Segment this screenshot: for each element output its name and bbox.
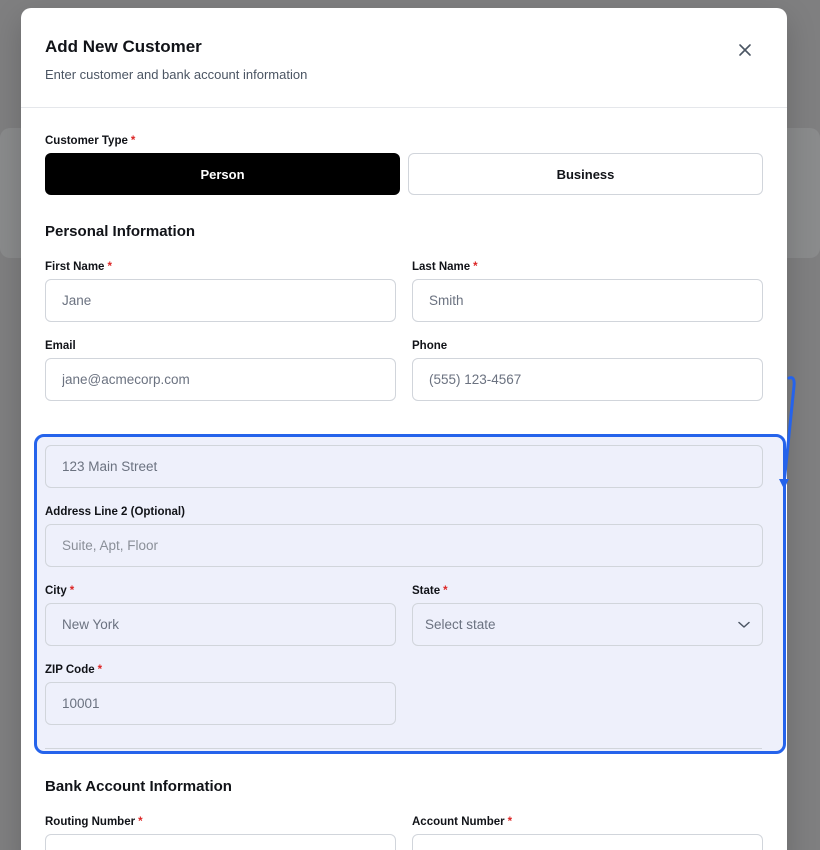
first-name-label: First Name *	[45, 261, 112, 273]
modal-title: Add New Customer	[45, 37, 202, 56]
account-number-input[interactable]	[412, 834, 763, 850]
personal-information-title: Personal Information	[45, 223, 196, 240]
state-select[interactable]: Select state	[412, 603, 763, 646]
city-input[interactable]	[45, 603, 396, 646]
state-select-value: Select state	[425, 617, 496, 632]
bank-account-information-title: Bank Account Information	[45, 778, 232, 795]
divider	[45, 748, 762, 749]
email-input[interactable]	[45, 358, 396, 401]
customer-type-person-button[interactable]: Person	[45, 153, 400, 195]
address-line-1-input[interactable]	[45, 445, 763, 488]
zip-code-input[interactable]	[45, 682, 396, 725]
email-label: Email	[45, 340, 76, 352]
city-label: City *	[45, 585, 75, 597]
routing-number-input[interactable]	[45, 834, 396, 850]
first-name-input[interactable]	[45, 279, 396, 322]
account-number-label: Account Number *	[412, 816, 513, 828]
add-customer-modal: Add New Customer Enter customer and bank…	[21, 8, 787, 850]
modal-header: Add New Customer Enter customer and bank…	[21, 8, 787, 108]
last-name-input[interactable]	[412, 279, 763, 322]
modal-subtitle: Enter customer and bank account informat…	[45, 67, 308, 82]
phone-input[interactable]	[412, 358, 763, 401]
address-line-2-label: Address Line 2 (Optional)	[45, 506, 185, 518]
zip-code-label: ZIP Code *	[45, 664, 103, 676]
customer-type-label: Customer Type *	[45, 135, 136, 147]
close-button[interactable]	[733, 38, 757, 62]
routing-number-label: Routing Number *	[45, 816, 143, 828]
last-name-label: Last Name *	[412, 261, 478, 273]
phone-label: Phone	[412, 340, 448, 352]
close-icon	[739, 44, 751, 56]
state-label: State *	[412, 585, 448, 597]
address-line-2-input[interactable]	[45, 524, 763, 567]
chevron-down-icon	[738, 621, 750, 628]
customer-type-business-button[interactable]: Business	[408, 153, 763, 195]
